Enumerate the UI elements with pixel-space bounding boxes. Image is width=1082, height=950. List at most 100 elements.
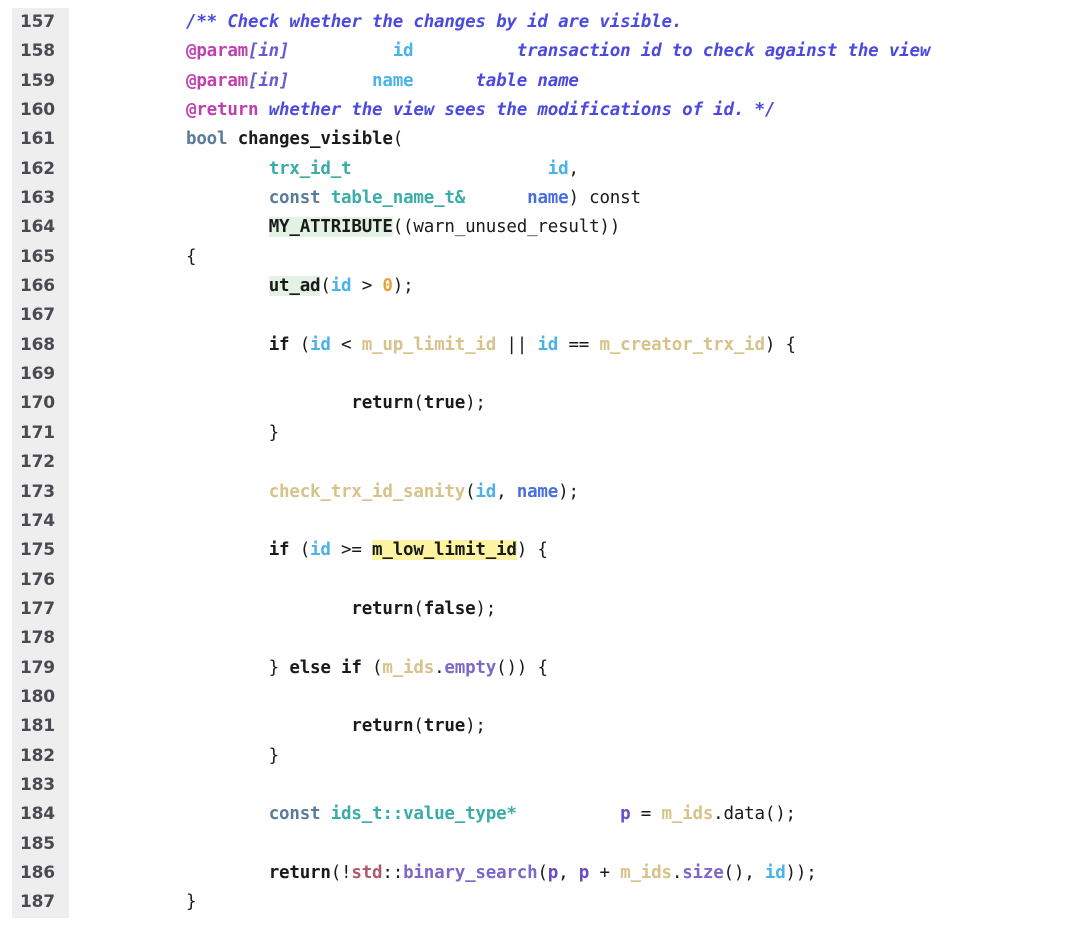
code-line-content[interactable]: }: [186, 888, 197, 917]
code-line-content[interactable]: trx_id_t id,: [186, 155, 579, 184]
code-token: }: [186, 422, 280, 443]
line-number: 179: [20, 657, 55, 678]
code-token: }: [186, 745, 280, 766]
code-token: p: [620, 804, 631, 825]
code-line-content[interactable]: bool changes_visible(: [186, 125, 403, 154]
code-token: <: [330, 334, 362, 355]
code-line-content[interactable]: const table_name_t& name) const: [186, 184, 641, 213]
code-line-content[interactable]: {: [186, 243, 197, 272]
code-token: ==: [558, 334, 600, 355]
code-token: (!: [330, 862, 352, 883]
code-token: ::: [382, 862, 404, 883]
code-token: .: [434, 657, 445, 678]
code-token: table name: [475, 70, 579, 91]
code-line-content[interactable]: return(false);: [186, 595, 496, 624]
code-token: ()) {: [496, 657, 548, 678]
code-line-content[interactable]: @return whether the view sees the modifi…: [186, 96, 775, 125]
code-token: true: [423, 393, 466, 414]
code-line-content[interactable]: MY_ATTRIBUTE((warn_unused_result)): [186, 213, 620, 242]
code-line: 187}: [0, 888, 1082, 917]
code-token: ) {: [516, 540, 548, 561]
code-token: (),: [723, 862, 765, 883]
code-line: 177 return(false);: [0, 595, 1082, 624]
code-token: m_creator_trx_id: [599, 334, 765, 355]
code-token: (: [289, 334, 311, 355]
line-number: 163: [20, 188, 55, 209]
code-line-content[interactable]: @param[in] name table name: [186, 67, 579, 96]
code-line-content[interactable]: }: [186, 742, 280, 771]
code-token: ut_ad: [268, 276, 321, 297]
code-token: @return: [186, 100, 259, 121]
code-line: 159 @param[in] name table name: [0, 67, 1082, 96]
line-number: 166: [20, 276, 55, 297]
code-token: name: [516, 481, 559, 502]
code-token: m_ids: [620, 862, 672, 883]
code-token: ((warn_unused_result)): [392, 217, 621, 238]
code-token: (: [289, 540, 311, 561]
code-line-content[interactable]: @param[in] id transaction id to check ag…: [186, 37, 930, 66]
code-token: const: [268, 804, 321, 825]
line-number: 175: [20, 540, 55, 561]
code-line: 164 MY_ATTRIBUTE((warn_unused_result)): [0, 213, 1082, 242]
line-number: 169: [20, 364, 55, 385]
code-line-content[interactable]: } else if (m_ids.empty()) {: [186, 654, 548, 683]
highlighted-token: m_low_limit_id: [372, 540, 517, 561]
code-line: 170 return(true);: [0, 389, 1082, 418]
code-token: }: [186, 892, 197, 913]
code-line-content[interactable]: check_trx_id_sanity(id, name);: [186, 478, 579, 507]
code-token: id: [537, 334, 559, 355]
code-line-content[interactable]: return(true);: [186, 389, 486, 418]
code-token: trx_id_t: [268, 158, 352, 179]
code-line-content[interactable]: if (id < m_up_limit_id || id == m_creato…: [186, 331, 796, 360]
code-line-content[interactable]: ut_ad(id > 0);: [186, 272, 414, 301]
line-number: 176: [20, 569, 55, 590]
code-token: id: [310, 334, 331, 355]
line-number: 186: [20, 862, 55, 883]
code-line: 173 check_trx_id_sanity(id, name);: [0, 478, 1082, 507]
code-token: m_ids: [661, 804, 714, 825]
code-token: id: [475, 481, 497, 502]
line-number: 160: [20, 100, 55, 121]
code-lines-container: 157 /** Check whether the changes by id a…: [0, 8, 1082, 918]
code-token: return: [268, 862, 331, 883]
code-token: ) {: [764, 334, 796, 355]
code-line: 163 const table_name_t& name) const: [0, 184, 1082, 213]
code-line: 183: [0, 771, 1082, 800]
code-token: (: [413, 598, 424, 619]
code-line-content[interactable]: return(true);: [186, 712, 486, 741]
code-line: 157 /** Check whether the changes by id a…: [0, 8, 1082, 37]
code-token: }: [186, 657, 290, 678]
code-token: =: [630, 804, 662, 825]
code-token: id: [330, 276, 352, 297]
code-token: check_trx_id_sanity: [268, 481, 466, 502]
code-token: true: [423, 716, 466, 737]
code-line-content[interactable]: return(!std::binary_search(p, p + m_ids.…: [186, 859, 817, 888]
line-number: 158: [20, 41, 55, 62]
line-number: 157: [20, 12, 55, 32]
code-line-content[interactable]: }: [186, 419, 280, 448]
code-token: name: [372, 70, 414, 91]
code-token: id: [764, 862, 786, 883]
code-token: data: [723, 804, 766, 825]
code-token: 0: [382, 276, 393, 297]
code-line-content[interactable]: const ids_t::value_type* p = m_ids.data(…: [186, 800, 796, 829]
code-token: (: [392, 129, 404, 150]
code-line-content[interactable]: /** Check whether the changes by id are …: [186, 8, 682, 37]
code-line-content[interactable]: if (id >= m_low_limit_id) {: [186, 536, 548, 565]
line-number: 170: [20, 393, 55, 414]
code-token: );: [392, 276, 414, 297]
code-line: 167: [0, 301, 1082, 330]
code-token: p: [578, 862, 590, 883]
